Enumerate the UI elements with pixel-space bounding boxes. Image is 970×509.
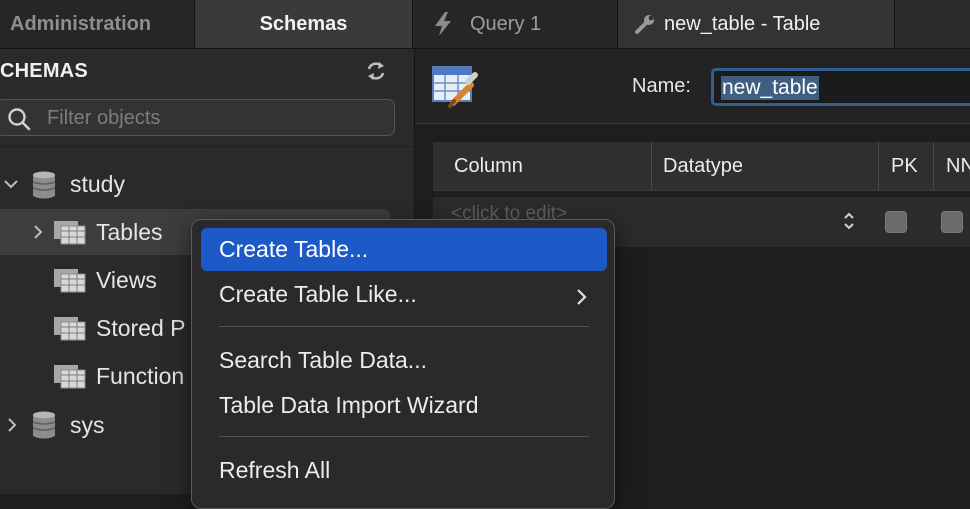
pk-checkbox[interactable] <box>885 211 907 233</box>
column-header-nn[interactable]: NN <box>933 142 970 190</box>
tab-query[interactable]: Query 1 <box>414 0 618 48</box>
menu-item-label: Refresh All <box>219 457 331 483</box>
column-header-column[interactable]: Column <box>433 142 651 190</box>
menu-item-create-table[interactable]: Create Table... <box>201 228 607 271</box>
name-label: Name: <box>632 75 691 97</box>
procedures-folder-icon <box>54 317 86 347</box>
chevron-right-icon <box>576 285 587 312</box>
filter-objects-input[interactable] <box>45 103 379 133</box>
menu-separator <box>219 326 589 327</box>
menu-item-label: Table Data Import Wizard <box>219 392 479 418</box>
nn-checkbox[interactable] <box>941 211 963 233</box>
tree-item-label: Function <box>96 362 185 389</box>
database-icon <box>32 411 56 445</box>
datatype-stepper-icon[interactable] <box>843 211 855 236</box>
column-header-label: PK <box>891 154 918 177</box>
schemas-header: CHEMAS <box>0 60 88 82</box>
views-folder-icon <box>54 269 86 299</box>
database-icon <box>32 171 56 205</box>
tree-item-label: Tables <box>96 218 163 245</box>
tab-new-table[interactable]: new_table - Table <box>618 0 895 48</box>
editor-header: Name: new_table <box>415 49 970 124</box>
tree-item-label: Stored P <box>96 314 186 341</box>
column-header-datatype[interactable]: Datatype <box>651 142 878 190</box>
sidebar-divider <box>0 146 414 147</box>
menu-item-label: Create Table Like... <box>219 281 417 307</box>
tab-administration-label: Administration <box>10 12 152 35</box>
filter-objects-field[interactable] <box>0 99 395 136</box>
menu-item-label: Search Table Data... <box>219 347 427 373</box>
tab-new-table-label: new_table - Table <box>664 12 821 35</box>
tab-administration[interactable]: Administration <box>0 0 195 48</box>
tab-query-label: Query 1 <box>470 12 542 35</box>
menu-item-label: Create Table... <box>219 236 369 262</box>
menu-item-search-table-data[interactable]: Search Table Data... <box>201 339 607 382</box>
menu-separator <box>219 436 589 437</box>
tables-folder-icon <box>54 221 86 251</box>
functions-folder-icon <box>54 365 86 395</box>
menu-item-create-table-like[interactable]: Create Table Like... <box>201 273 607 316</box>
table-name-input[interactable]: new_table <box>711 68 970 106</box>
table-name-value: new_table <box>721 76 819 100</box>
tab-schemas[interactable]: Schemas <box>195 0 413 48</box>
chevron-right-icon[interactable] <box>31 225 45 239</box>
column-header-label: NN <box>946 154 970 177</box>
tab-schemas-label: Schemas <box>259 12 348 35</box>
tab-bar: Administration Schemas Query 1 new_table… <box>0 0 970 49</box>
tree-item-study[interactable]: study <box>0 161 414 207</box>
table-edit-icon <box>431 63 481 114</box>
menu-item-refresh-all[interactable]: Refresh All <box>201 449 607 492</box>
column-header-label: Datatype <box>663 154 744 177</box>
tree-item-label: study <box>70 170 125 197</box>
refresh-icon[interactable] <box>364 59 388 83</box>
lightning-icon <box>432 11 454 37</box>
wrench-icon <box>634 13 656 35</box>
column-header-pk[interactable]: PK <box>878 142 933 190</box>
tree-item-label: sys <box>70 411 105 438</box>
tree-item-label: Views <box>96 266 157 293</box>
menu-item-table-data-import-wizard[interactable]: Table Data Import Wizard <box>201 384 607 427</box>
context-menu: Create Table... Create Table Like... Sea… <box>191 219 615 509</box>
chevron-right-icon[interactable] <box>5 418 19 432</box>
chevron-down-icon[interactable] <box>4 177 18 191</box>
columns-grid-header: Column Datatype PK NN <box>433 142 970 191</box>
column-header-label: Column <box>454 154 523 177</box>
search-icon <box>7 107 31 136</box>
